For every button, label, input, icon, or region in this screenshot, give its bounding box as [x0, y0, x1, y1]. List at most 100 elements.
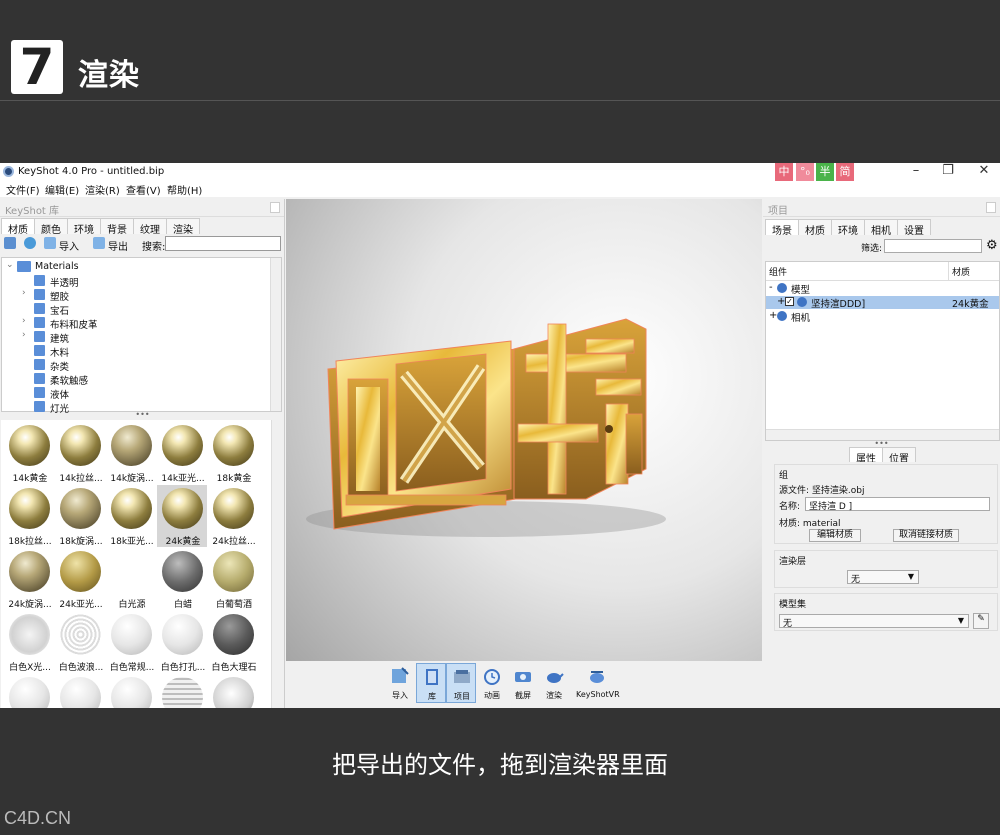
- material-thumbnail[interactable]: 白葡萄酒: [208, 548, 258, 610]
- tab-colors[interactable]: 颜色: [34, 218, 68, 236]
- material-thumbnail[interactable]: 白色常规...: [106, 611, 156, 673]
- material-thumbnail[interactable]: 24k旋涡...: [4, 548, 54, 610]
- scene-tree-row[interactable]: + 相机: [766, 310, 999, 324]
- menu-file[interactable]: 文件(F): [6, 182, 40, 197]
- material-thumbnail[interactable]: 18k拉丝...: [4, 485, 54, 547]
- project-panel-close-icon[interactable]: [986, 202, 996, 213]
- material-thumbnail[interactable]: 24k拉丝...: [208, 485, 258, 547]
- material-thumbnail[interactable]: [106, 674, 156, 708]
- material-thumbnail[interactable]: [4, 674, 54, 708]
- tab-environment[interactable]: 环境: [831, 219, 865, 237]
- tree-item[interactable]: 木料: [2, 344, 267, 359]
- minimize-icon[interactable]: –: [902, 163, 930, 181]
- tree-item[interactable]: 半透明: [2, 274, 267, 289]
- expand-arrow-icon[interactable]: ›: [22, 288, 26, 298]
- export-icon[interactable]: [93, 237, 105, 249]
- import-icon[interactable]: [44, 237, 56, 249]
- material-thumbnail[interactable]: 18k旋涡...: [55, 485, 105, 547]
- filter-input[interactable]: [884, 239, 982, 253]
- expand-toggle-icon[interactable]: -: [769, 282, 773, 293]
- material-thumbnail[interactable]: [55, 674, 105, 708]
- folder-icon: [34, 345, 45, 356]
- keyshot-window: KeyShot 4.0 Pro - untitled.bip 中 °₀ 半 简 …: [0, 163, 1000, 708]
- material-thumbnail[interactable]: 白蜡: [157, 548, 207, 610]
- scene-tree-row[interactable]: - 模型: [766, 282, 999, 296]
- tree-item[interactable]: › 布料和皮革: [2, 316, 267, 331]
- tab-settings[interactable]: 设置: [897, 219, 931, 237]
- close-icon[interactable]: ✕: [970, 163, 998, 181]
- tree-item[interactable]: 宝石: [2, 302, 267, 317]
- menu-help[interactable]: 帮助(H): [167, 182, 202, 197]
- library-splitter[interactable]: •••: [0, 411, 285, 419]
- expand-arrow-icon[interactable]: ›: [22, 316, 26, 326]
- edit-material-button[interactable]: 编辑材质: [809, 529, 861, 542]
- add-folder-icon[interactable]: [4, 237, 16, 249]
- export-button[interactable]: 导出: [108, 238, 128, 253]
- unlink-material-button[interactable]: 取消链接材质: [893, 529, 959, 542]
- material-thumbnail[interactable]: 14k黄金: [4, 422, 54, 484]
- tab-camera[interactable]: 相机: [864, 219, 898, 237]
- material-name: 白葡萄酒: [215, 600, 252, 610]
- material-thumbnail[interactable]: 14k旋涡...: [106, 422, 156, 484]
- step-title: 渲染: [78, 58, 140, 93]
- scene-tree-row[interactable]: + ✓ 坚持渲DDD] 24k黄金: [766, 296, 999, 310]
- expand-arrow-icon[interactable]: ›: [22, 330, 26, 340]
- menu-view[interactable]: 查看(V): [126, 182, 161, 197]
- material-thumbnail[interactable]: 24k亚光...: [55, 548, 105, 610]
- library-icon: [426, 669, 438, 685]
- render-viewport[interactable]: 导入 库 项目 动画 截屏 渲染 KeyShotVR: [286, 199, 762, 708]
- tab-materials[interactable]: 材质: [1, 218, 35, 236]
- tab-material[interactable]: 材质: [798, 219, 832, 237]
- material-thumbnail[interactable]: 18k黄金: [208, 422, 258, 484]
- lang-button-half[interactable]: 半: [816, 163, 834, 181]
- tab-renderings[interactable]: 渲染: [166, 218, 200, 236]
- lang-button-zh[interactable]: 中: [775, 163, 793, 181]
- name-field[interactable]: 坚持渲 D ]: [805, 497, 990, 512]
- tab-properties[interactable]: 属性: [849, 447, 883, 465]
- refresh-icon[interactable]: [24, 237, 36, 249]
- vr-icon: [590, 671, 604, 683]
- lang-button-simplified[interactable]: 简: [836, 163, 854, 181]
- material-thumbnail[interactable]: 18k亚光...: [106, 485, 156, 547]
- material-thumbnail[interactable]: 白色打孔...: [157, 611, 207, 673]
- tree-item[interactable]: › 建筑: [2, 330, 267, 345]
- tab-environments[interactable]: 环境: [67, 218, 101, 236]
- collapse-arrow-icon[interactable]: ⌄: [6, 260, 14, 270]
- visibility-checkbox[interactable]: ✓: [785, 297, 794, 306]
- material-thumbnail[interactable]: 14k拉丝...: [55, 422, 105, 484]
- tree-item[interactable]: 液体: [2, 386, 267, 401]
- dock-render-button[interactable]: 渲染: [539, 663, 569, 703]
- tree-item[interactable]: › 塑胶: [2, 288, 267, 303]
- material-thumbnail[interactable]: [208, 674, 258, 708]
- material-thumbnail[interactable]: [157, 674, 207, 708]
- tree-scrollbar[interactable]: [270, 258, 281, 411]
- library-search-input[interactable]: [165, 236, 281, 251]
- panel-close-icon[interactable]: [270, 202, 280, 213]
- tab-textures[interactable]: 纹理: [133, 218, 167, 236]
- material-thumbnail[interactable]: 24k黄金: [157, 485, 207, 547]
- tab-backgrounds[interactable]: 背景: [100, 218, 134, 236]
- dock-keyshotvr-button[interactable]: KeyShotVR: [576, 663, 620, 703]
- dock-keyshotvr-label: KeyShotVR: [576, 690, 620, 699]
- grid-scrollbar[interactable]: [271, 420, 282, 708]
- gear-icon[interactable]: ⚙: [986, 238, 998, 253]
- tab-scene[interactable]: 场景: [765, 219, 799, 237]
- model-set-select[interactable]: 无 ▼: [779, 614, 969, 629]
- menu-edit[interactable]: 编辑(E): [45, 182, 79, 197]
- lang-button-punct[interactable]: °₀: [796, 163, 814, 181]
- render-layer-select[interactable]: 无 ▼: [847, 570, 919, 585]
- tree-item[interactable]: 杂类: [2, 358, 267, 373]
- import-button[interactable]: 导入: [59, 238, 79, 253]
- material-thumbnail[interactable]: 14k亚光...: [157, 422, 207, 484]
- tab-position[interactable]: 位置: [882, 447, 916, 465]
- tree-root[interactable]: ⌄ Materials: [2, 260, 267, 274]
- material-thumbnail[interactable]: 白色X光...: [4, 611, 54, 673]
- maximize-icon[interactable]: ❐: [934, 163, 962, 181]
- model-set-edit-icon[interactable]: ✎: [973, 613, 989, 629]
- gold-3d-model[interactable]: [286, 199, 762, 661]
- menu-render[interactable]: 渲染(R): [85, 182, 120, 197]
- material-thumbnail[interactable]: 白光源: [106, 548, 156, 610]
- material-thumbnail[interactable]: 白色大理石: [208, 611, 258, 673]
- tree-item[interactable]: 柔软触感: [2, 372, 267, 387]
- material-thumbnail[interactable]: 白色波浪...: [55, 611, 105, 673]
